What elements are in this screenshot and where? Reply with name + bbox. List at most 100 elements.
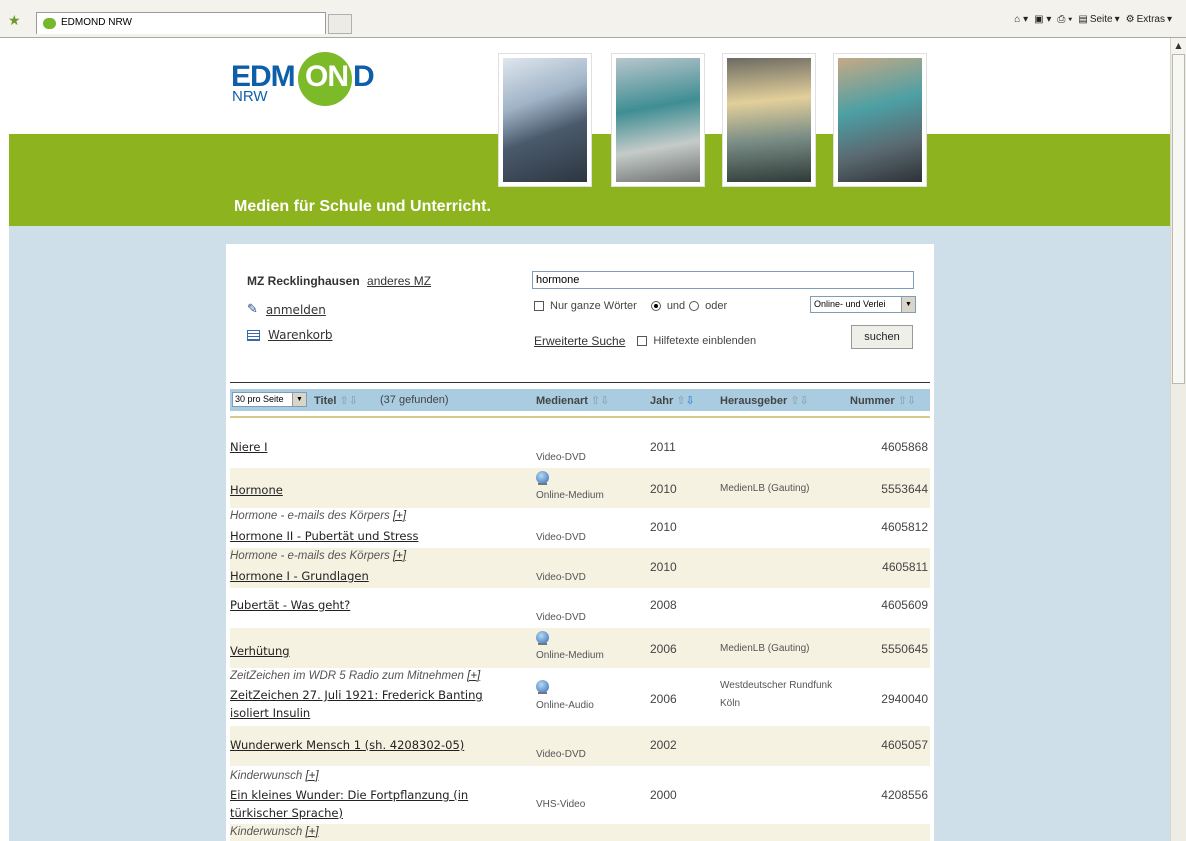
table-row: Hormone - e-mails des Körpers [+] Hormon…: [230, 508, 930, 548]
sort-asc-icon[interactable]: ⇧: [591, 395, 600, 407]
col-year-label: Jahr: [650, 395, 674, 407]
sort-desc-icon[interactable]: ⇩: [349, 395, 358, 407]
media-type-select[interactable]: Online- und Verlei ▼: [810, 296, 916, 313]
search-input[interactable]: [532, 271, 914, 289]
result-title-link[interactable]: Wunderwerk Mensch 1 (sh. 4208302-05): [230, 736, 515, 754]
year: 2010: [650, 520, 677, 534]
result-title-link[interactable]: Hormone: [230, 481, 515, 499]
sort-asc-icon[interactable]: ⇧: [790, 395, 799, 407]
whole-words-label: Nur ganze Wörter: [550, 300, 637, 312]
edmond-logo[interactable]: EDM ON D NRW: [231, 48, 411, 118]
cart-link[interactable]: Warenkorb: [247, 328, 333, 342]
sort-asc-icon[interactable]: ⇧: [898, 395, 907, 407]
divider: [230, 382, 930, 383]
change-media-center-link[interactable]: anderes MZ: [367, 274, 431, 288]
and-radio[interactable]: [650, 301, 661, 311]
scroll-up-icon[interactable]: ▲: [1171, 38, 1186, 54]
result-title-link[interactable]: Niere I: [230, 438, 515, 456]
item-number: 4208556: [881, 788, 928, 802]
logo-text-right: D: [353, 60, 375, 93]
online-globe-icon: [536, 631, 549, 645]
result-title-link[interactable]: Hormone I - Grundlagen: [230, 567, 515, 585]
series-expand-link[interactable]: [+]: [393, 550, 406, 562]
series-name: Kinderwunsch: [230, 826, 303, 838]
media-center-label: MZ Recklinghausen anderes MZ: [247, 274, 431, 288]
sort-desc-icon[interactable]: ⇩: [800, 395, 809, 407]
browser-tab[interactable]: EDMOND NRW: [36, 12, 326, 34]
media-type: Online-Audio: [536, 700, 594, 711]
series-expand-link[interactable]: [+]: [393, 510, 406, 522]
year: 2011: [650, 440, 676, 454]
sort-asc-icon[interactable]: ⇧: [676, 395, 685, 407]
table-row: Hormone Online-Medium 2010 MedienLB (Gau…: [230, 468, 930, 508]
header-photo-1: [499, 54, 591, 186]
or-radio[interactable]: [689, 301, 700, 311]
media-center-name: MZ Recklinghausen: [247, 274, 360, 288]
col-publisher-label: Herausgeber: [720, 395, 788, 407]
vertical-scrollbar[interactable]: ▲: [1170, 38, 1186, 841]
table-row: Niere I Video-DVD 2011 4605868: [230, 430, 930, 468]
sort-desc-icon[interactable]: ⇩: [600, 395, 609, 407]
search-button[interactable]: suchen: [851, 325, 913, 349]
favorites-star-icon[interactable]: ★: [8, 13, 21, 29]
home-icon[interactable]: ⌂ ▾: [1014, 14, 1028, 25]
year: 2000: [650, 788, 677, 802]
item-number: 4605868: [881, 440, 928, 454]
media-type: VHS-Video: [536, 799, 586, 810]
series-expand-link[interactable]: [+]: [305, 770, 318, 782]
logo-text-circle: ON: [305, 60, 349, 93]
media-type-value: Online- und Verlei: [814, 299, 886, 309]
result-title-link[interactable]: Pubertät - Was geht?: [230, 596, 515, 614]
sort-desc-icon[interactable]: ⇩: [907, 395, 916, 407]
media-type: Video-DVD: [536, 452, 586, 463]
tools-menu[interactable]: ⚙ Extras ▾: [1126, 14, 1172, 25]
whole-words-checkbox[interactable]: [534, 301, 544, 311]
help-texts-checkbox[interactable]: [637, 336, 648, 346]
series-expand-link[interactable]: [+]: [467, 670, 480, 682]
col-media-label: Medienart: [536, 395, 588, 407]
year: 2006: [650, 692, 677, 706]
table-row: Kinderwunsch [+] Ein kleines Wunder: Die…: [230, 766, 930, 824]
page-menu[interactable]: ▤ Seite ▾: [1078, 14, 1119, 25]
header-photo-4: [834, 54, 926, 186]
header-photo-2: [612, 54, 704, 186]
year: 2002: [650, 738, 677, 752]
series-expand-link[interactable]: [+]: [305, 826, 318, 838]
series-label: Hormone - e-mails des Körpers [+]: [230, 510, 406, 522]
result-title-link[interactable]: Ein kleines Wunder: Die Fortpflanzung (i…: [230, 786, 515, 822]
feeds-icon[interactable]: ▣ ▾: [1034, 14, 1051, 25]
sort-desc-active-icon[interactable]: ⇩: [686, 395, 695, 407]
search-options: Nur ganze Wörter und oder: [534, 300, 727, 312]
per-page-value: 30 pro Seite: [235, 394, 284, 404]
scroll-thumb[interactable]: [1172, 54, 1185, 384]
online-globe-icon: [536, 471, 549, 485]
year: 2008: [650, 598, 677, 612]
col-publisher: Herausgeber ⇧⇩: [720, 394, 809, 407]
table-row: ZeitZeichen im WDR 5 Radio zum Mitnehmen…: [230, 668, 930, 726]
print-icon[interactable]: ⎙ ▾: [1057, 14, 1072, 25]
or-label: oder: [705, 300, 728, 312]
table-row: Wunderwerk Mensch 1 (sh. 4208302-05) Vid…: [230, 726, 930, 766]
item-number: 5550645: [881, 642, 928, 656]
login-label: anmelden: [265, 302, 326, 317]
media-type: Online-Medium: [536, 490, 604, 501]
media-type: Video-DVD: [536, 749, 586, 760]
pencil-icon: ✎: [247, 302, 258, 317]
new-tab-button[interactable]: [328, 14, 352, 34]
sort-asc-icon[interactable]: ⇧: [339, 395, 348, 407]
publisher: MedienLB (Gauting): [720, 643, 810, 654]
series-label: Kinderwunsch [+]: [230, 826, 319, 838]
advanced-search-link[interactable]: Erweiterte Suche: [534, 334, 625, 348]
web-page: EDM ON D NRW Medien für Schule und Unter…: [9, 38, 1170, 841]
publisher: Westdeutscher Rundfunk Köln: [720, 680, 833, 709]
header-photo-3: [723, 54, 815, 186]
site-favicon-icon: [43, 18, 56, 29]
result-title-link[interactable]: ZeitZeichen 27. Juli 1921: Frederick Ban…: [230, 686, 515, 722]
help-texts-option: Hilfetexte einblenden: [631, 335, 756, 347]
result-title-link[interactable]: Verhütung: [230, 642, 515, 660]
and-label: und: [666, 300, 686, 312]
page-menu-label: Seite: [1089, 14, 1113, 25]
per-page-select[interactable]: 30 pro Seite ▼: [232, 392, 307, 407]
login-link[interactable]: ✎ anmelden: [247, 302, 326, 317]
result-title-link[interactable]: Hormone II - Pubertät und Stress: [230, 527, 515, 545]
